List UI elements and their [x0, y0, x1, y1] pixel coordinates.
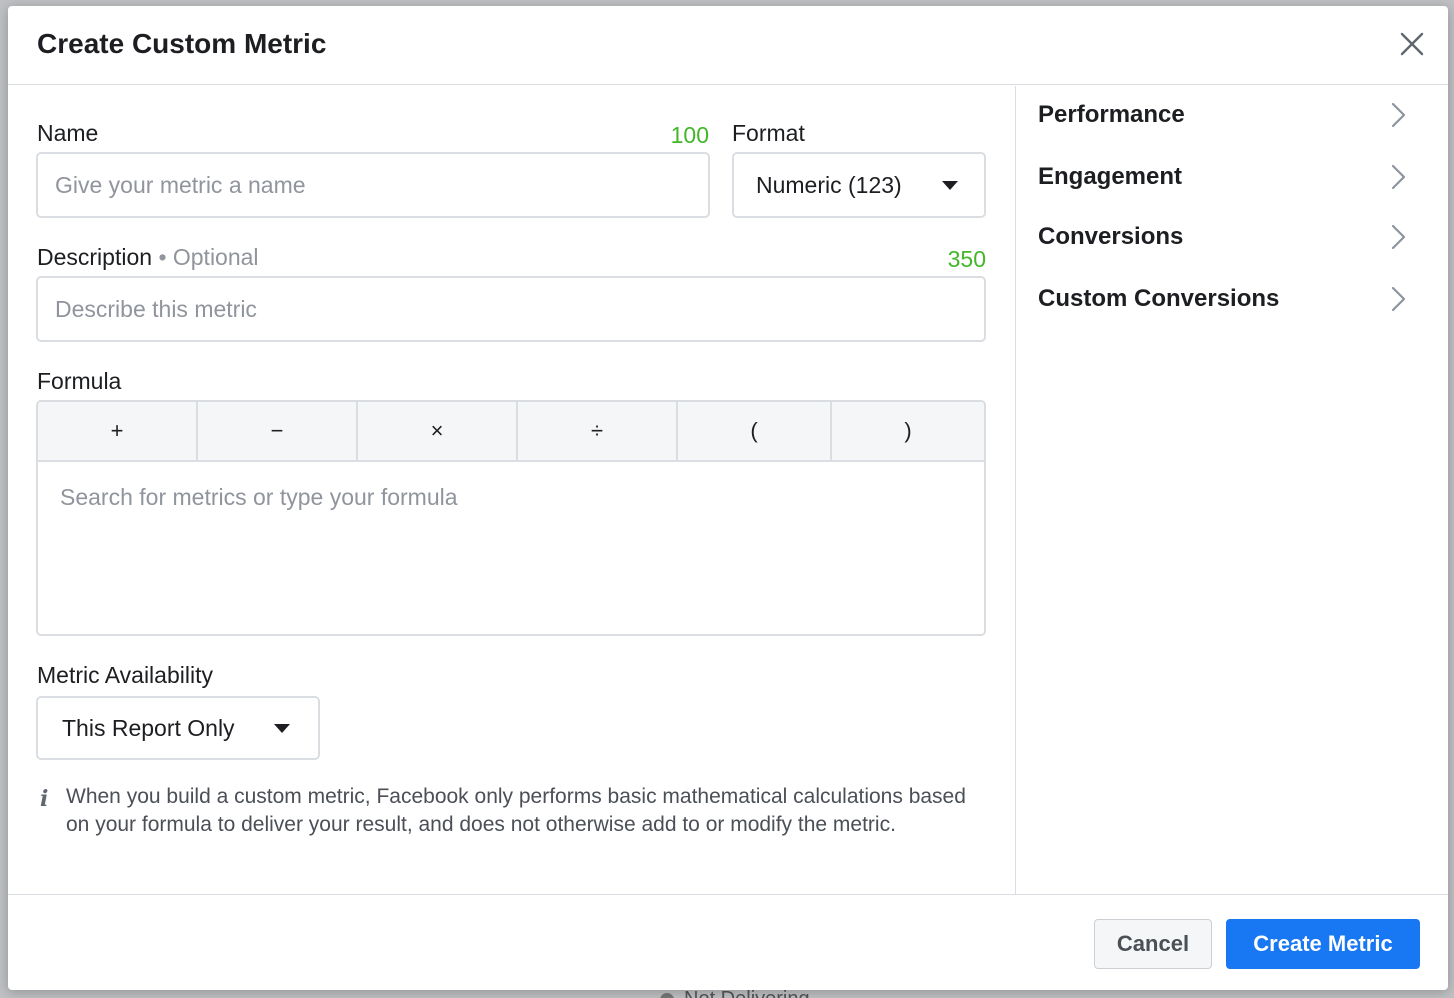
operator-open-paren-button[interactable]: (: [678, 402, 832, 460]
metric-availability-select[interactable]: This Report Only: [36, 696, 320, 760]
chevron-right-icon: [1391, 102, 1406, 128]
info-disclaimer: When you build a custom metric, Facebook…: [66, 785, 966, 836]
info-icon: i: [40, 786, 49, 812]
create-metric-button[interactable]: Create Metric: [1226, 919, 1420, 969]
category-custom-conversions[interactable]: Custom Conversions: [1038, 279, 1408, 319]
category-engagement[interactable]: Engagement: [1038, 157, 1408, 197]
category-conversions[interactable]: Conversions: [1038, 217, 1408, 257]
category-label: Custom Conversions: [1038, 285, 1280, 312]
description-label: Description • Optional: [37, 244, 259, 271]
operator-plus-button[interactable]: +: [38, 402, 198, 460]
operator-multiply-button[interactable]: ×: [358, 402, 518, 460]
formula-editor: + − × ÷ ( ): [36, 400, 986, 636]
format-select[interactable]: Numeric (123): [732, 152, 986, 218]
name-char-counter: 100: [670, 122, 709, 148]
chevron-right-icon: [1391, 224, 1406, 250]
dialog-footer: Cancel Create Metric: [8, 894, 1448, 990]
chevron-right-icon: [1391, 164, 1406, 190]
cancel-button[interactable]: Cancel: [1094, 919, 1212, 969]
availability-selected-value: This Report Only: [62, 714, 235, 741]
description-label-text: Description: [37, 244, 153, 270]
operator-minus-button[interactable]: −: [198, 402, 358, 460]
metric-categories-panel: Performance Engagement Conversions Custo…: [1015, 86, 1448, 894]
close-icon: [1400, 32, 1424, 56]
close-button[interactable]: [1398, 30, 1426, 58]
formula-label: Formula: [37, 368, 122, 394]
operator-close-paren-button[interactable]: ): [832, 402, 984, 460]
operator-toolbar: + − × ÷ ( ): [38, 402, 984, 462]
dialog-title: Create Custom Metric: [37, 28, 327, 59]
description-char-counter: 350: [947, 246, 986, 272]
chevron-right-icon: [1391, 286, 1406, 312]
dialog-header: Create Custom Metric: [8, 6, 1448, 85]
category-label: Conversions: [1038, 223, 1184, 250]
name-input[interactable]: [36, 152, 710, 218]
format-label: Format: [732, 120, 805, 146]
name-label: Name: [37, 120, 99, 146]
formula-input[interactable]: [38, 462, 984, 634]
description-input[interactable]: [36, 276, 986, 342]
optional-tag: • Optional: [158, 244, 259, 270]
category-performance[interactable]: Performance: [1038, 95, 1408, 135]
format-selected-value: Numeric (123): [756, 171, 902, 198]
category-label: Engagement: [1038, 163, 1183, 190]
metric-form: Name 100 Format Numeric (123) Descriptio…: [8, 86, 1015, 894]
caret-down-icon: [942, 180, 958, 190]
metric-availability-label: Metric Availability: [37, 662, 213, 688]
status-dot-icon: [660, 992, 674, 998]
caret-down-icon: [274, 723, 290, 733]
create-custom-metric-dialog: Create Custom Metric Name 100 Format Num…: [8, 6, 1448, 990]
operator-divide-button[interactable]: ÷: [518, 402, 678, 460]
category-label: Performance: [1038, 101, 1185, 128]
